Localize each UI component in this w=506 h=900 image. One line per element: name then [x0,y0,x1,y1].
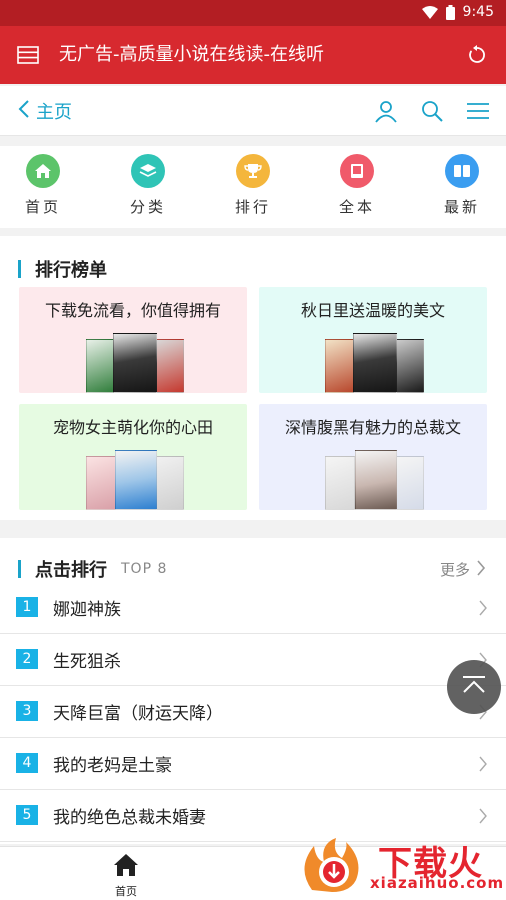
rank-number: 2 [16,649,38,669]
refresh-icon[interactable] [466,44,488,66]
rank-tile[interactable]: 秋日里送温暖的美文 [259,287,487,393]
section-header: 排行榜单 [18,256,107,282]
app-title: 无广告-高质量小说在线读-在线听 [59,44,324,65]
list-item[interactable]: 2 生死狙杀 [0,634,506,686]
book-cover [353,333,397,393]
book-cover [86,339,116,393]
rank-tile-title: 深情腹黑有魅力的总裁文 [284,418,461,437]
book-covers [259,333,487,393]
section-subtitle: TOP 8 [121,561,168,577]
chevron-right-icon [478,808,488,824]
status-bar: 9:45 [0,0,506,26]
arrow-up-icon [461,675,487,699]
book-cover [154,339,184,393]
app-bar: 无广告-高质量小说在线读-在线听 [0,26,506,84]
book-title: 娜迦神族 [53,600,121,620]
quick-link-home[interactable]: 首页 [8,154,78,217]
book-title: 我的绝色总裁未婚妻 [53,808,206,828]
section-header: 点击排行 TOP 8 [18,556,167,582]
list-item[interactable]: 1 娜迦神族 [0,582,506,634]
rank-tile[interactable]: 宠物女主萌化你的心田 [19,404,247,510]
rank-tile[interactable]: 下载免流看，你值得拥有 [19,287,247,393]
quick-link-label: 排行 [234,198,271,216]
rank-number: 1 [16,597,38,617]
list-item[interactable]: 5 我的绝色总裁未婚妻 [0,790,506,842]
book-cover [154,456,184,510]
rank-number: 4 [16,753,38,773]
section-title: 排行榜单 [35,260,107,281]
nav-bar: 主页 [0,86,506,136]
rank-number: 5 [16,805,38,825]
quick-link-complete[interactable]: 全本 [322,154,392,217]
trophy-icon [236,154,270,188]
list-item[interactable]: 4 我的老妈是土豪 [0,738,506,790]
book-cover [394,456,424,510]
rank-tile-title: 宠物女主萌化你的心田 [52,418,213,437]
click-rank-section: 点击排行 TOP 8 更多 1 娜迦神族 2 生死狙杀 3 天降巨富（财运天降）… [0,538,506,844]
chevron-right-icon [478,600,488,616]
back-label: 主页 [36,102,72,123]
chevron-right-icon [478,756,488,772]
book-cover [325,339,355,393]
watermark: 下载火 xiazaihuo.com [298,836,503,896]
search-icon[interactable] [420,99,444,123]
status-time: 9:45 [462,4,494,20]
book-covers [19,333,247,393]
book-covers [259,450,487,510]
quick-link-label: 全本 [338,198,375,216]
back-button[interactable]: 主页 [18,98,72,124]
more-link[interactable]: 更多 [440,559,486,580]
chevron-right-icon [476,559,486,580]
book-icon [340,154,374,188]
rank-tile-title: 秋日里送温暖的美文 [300,301,445,320]
rank-tile-title: 下载免流看，你值得拥有 [44,301,221,320]
book-cover [325,456,355,510]
book-cover [355,450,397,510]
wifi-icon [421,5,438,19]
quick-link-label: 首页 [24,198,61,216]
rank-number: 3 [16,701,38,721]
home-icon [113,854,139,881]
hamburger-icon[interactable] [466,99,490,123]
rank-tile[interactable]: 深情腹黑有魅力的总裁文 [259,404,487,510]
battery-icon [445,4,455,20]
book-title: 我的老妈是土豪 [53,756,172,776]
rank-list-section: 排行榜单 下载免流看，你值得拥有 秋日里送温暖的美文 宠物女主萌化你的心田 深情… [0,236,506,520]
quick-link-rank[interactable]: 排行 [218,154,288,217]
news-icon [445,154,479,188]
book-title: 天降巨富（财运天降） [53,704,223,724]
quick-link-category[interactable]: 分类 [113,154,183,217]
flame-logo-icon [298,838,368,896]
user-icon[interactable] [374,99,398,123]
book-cover [115,450,157,510]
layers-icon [131,154,165,188]
more-label: 更多 [439,561,470,579]
quick-links: 首页 分类 排行 全本 最新 [0,146,506,228]
tab-label: 首页 [115,885,137,898]
quick-link-label: 分类 [129,198,166,216]
book-covers [19,450,247,510]
quick-link-label: 最新 [443,198,480,216]
menu-icon[interactable] [16,45,40,65]
section-accent-bar [18,260,21,278]
watermark-url: xiazaihuo.com [370,874,505,892]
back-to-top-button[interactable] [447,660,501,714]
quick-link-latest[interactable]: 最新 [427,154,497,217]
home-icon [26,154,60,188]
book-title: 生死狙杀 [53,652,121,672]
book-cover [86,456,116,510]
section-title: 点击排行 [35,560,107,581]
section-accent-bar [18,560,21,578]
chevron-left-icon [18,99,30,124]
list-item[interactable]: 3 天降巨富（财运天降） [0,686,506,738]
book-cover [113,333,157,393]
tab-home[interactable]: 首页 [101,853,151,899]
